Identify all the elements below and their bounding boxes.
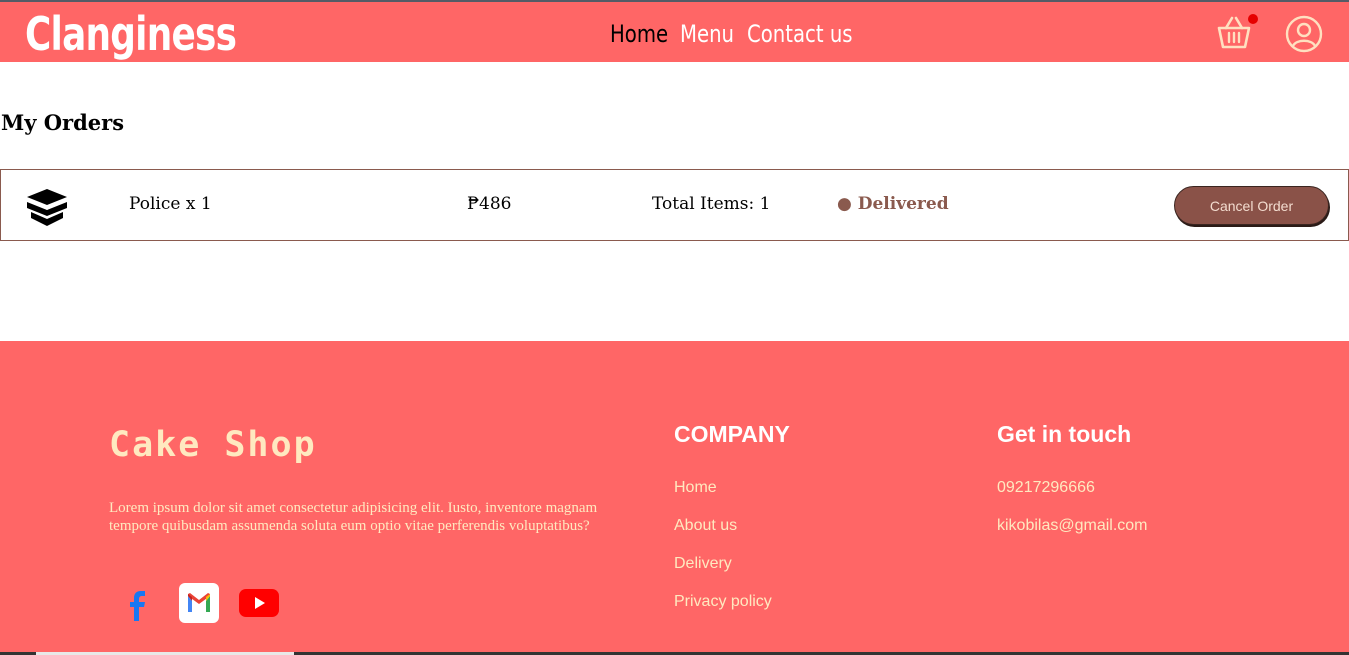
user-circle-icon[interactable] (1285, 15, 1323, 53)
footer-description: Lorem ipsum dolor sit amet consectetur a… (109, 500, 598, 534)
order-row: Police x 1 ₱486 Total Items: 1 ● Deliver… (0, 169, 1349, 241)
footer-email[interactable]: kikobilas@gmail.com (997, 517, 1148, 535)
order-total-items: Total Items: 1 (652, 194, 771, 214)
cart-notification-dot (1248, 14, 1258, 24)
youtube-icon[interactable] (239, 583, 279, 623)
brand-logo[interactable]: Clanginess (25, 4, 237, 64)
footer-shop-name: Cake Shop (109, 425, 317, 465)
status-badge: ● Delivered (837, 194, 949, 214)
main-nav: Home Menu Contact us (610, 4, 853, 64)
footer-company-title: COMPANY (674, 421, 790, 447)
cancel-order-button[interactable]: Cancel Order (1174, 186, 1329, 225)
footer-link-delivery[interactable]: Delivery (674, 555, 732, 573)
page-title: My Orders (1, 110, 125, 135)
footer-link-privacy-policy[interactable]: Privacy policy (674, 593, 772, 611)
footer-contact-title: Get in touch (997, 421, 1132, 447)
order-price: ₱486 (467, 194, 512, 214)
nav-home[interactable]: Home (610, 20, 668, 48)
footer-link-home[interactable]: Home (674, 479, 717, 497)
basket-icon[interactable] (1216, 16, 1252, 50)
facebook-icon[interactable] (118, 583, 158, 623)
order-item-name: Police x 1 (129, 194, 212, 214)
gmail-icon[interactable] (179, 583, 219, 623)
nav-menu[interactable]: Menu (680, 20, 734, 48)
site-header: Clanginess Home Menu Contact us (0, 2, 1349, 62)
footer-phone[interactable]: 09217296666 (997, 479, 1095, 497)
site-footer: Cake Shop Lorem ipsum dolor sit amet con… (0, 341, 1349, 655)
footer-link-about-us[interactable]: About us (674, 517, 737, 535)
open-box-icon (27, 189, 67, 226)
nav-contact-us[interactable]: Contact us (747, 20, 853, 48)
